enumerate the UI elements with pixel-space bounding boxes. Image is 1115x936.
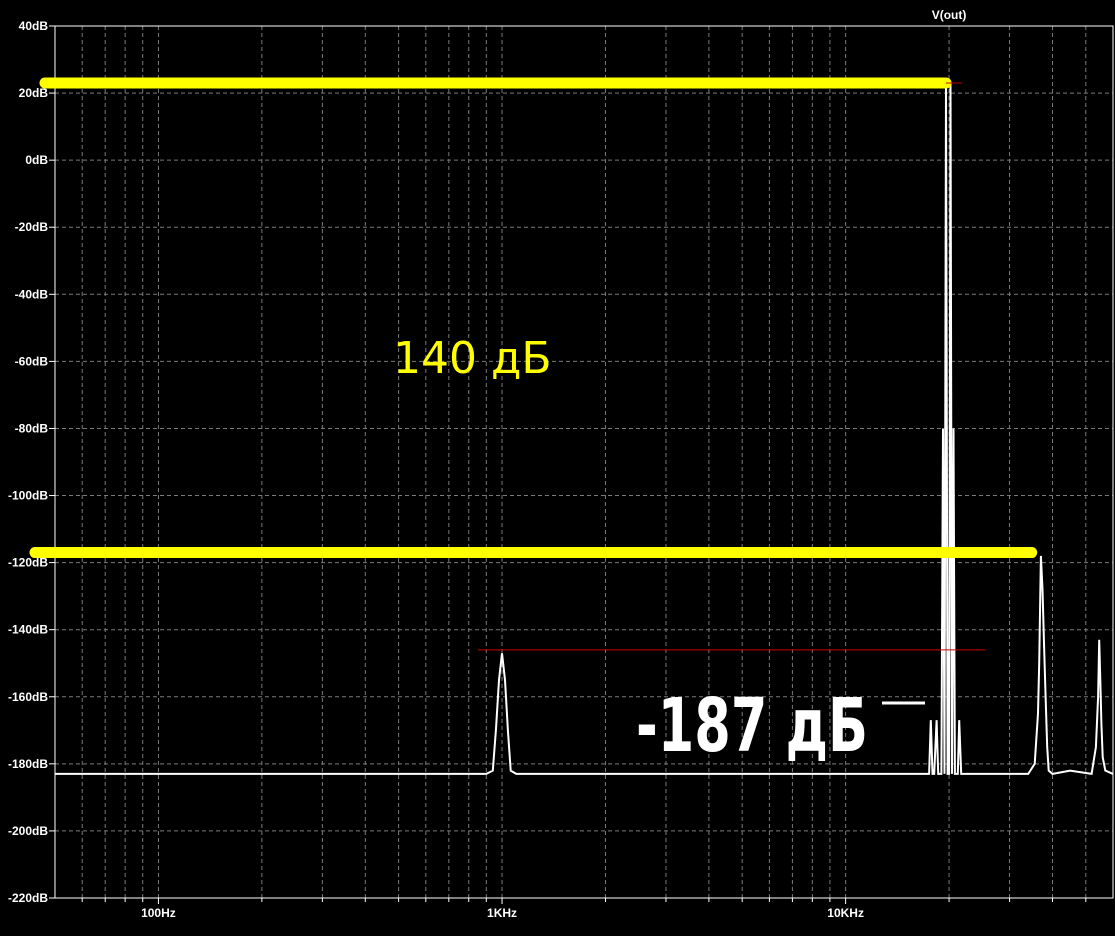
y-tick-label: -80dB [15, 421, 49, 435]
y-tick-label: -160dB [8, 690, 48, 704]
annotation-minus-187db: -187 дБ [636, 683, 868, 769]
y-tick-label: -140dB [8, 623, 48, 637]
y-tick-label: -100dB [8, 489, 48, 503]
y-tick-label: 40dB [19, 19, 49, 33]
y-tick-label: -40dB [15, 287, 49, 301]
x-tick-label: 100Hz [141, 906, 176, 920]
y-tick-label: -60dB [15, 354, 49, 368]
y-tick-label: -20dB [15, 220, 49, 234]
y-tick-label: -120dB [8, 556, 48, 570]
y-tick-label: -200dB [8, 824, 48, 838]
y-tick-label: -180dB [8, 757, 48, 771]
spectrum-chart: 40dB 20dB 0dB -20dB -40dB -60dB -80dB -100dB -12… [0, 0, 1115, 931]
x-tick-label: 1KHz [487, 906, 517, 920]
chart-svg: 40dB 20dB 0dB -20dB -40dB -60dB -80dB -100dB -12… [8, 8, 1114, 920]
x-tick-label: 10KHz [827, 906, 864, 920]
y-tick-label: 20dB [19, 86, 49, 100]
y-tick-label: 0dB [25, 153, 48, 167]
series-name-label: V(out) [932, 8, 967, 22]
y-tick-label: -220dB [8, 891, 48, 905]
annotation-140db: 140 дБ [393, 333, 552, 384]
label-layer: 40dB 20dB 0dB -20dB -40dB -60dB -80dB -100dB -12… [8, 8, 966, 920]
